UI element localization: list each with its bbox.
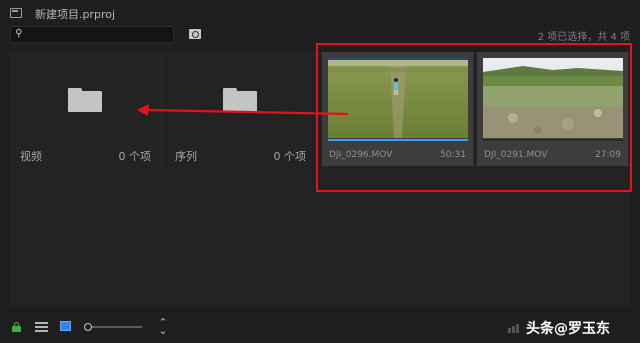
sort-icon[interactable]: ⌃ ⌄ — [158, 317, 168, 336]
clip-progress-fill — [328, 139, 468, 141]
project-title: 新建项目.prproj — [35, 8, 116, 21]
project-header: 新建项目.prproj — [0, 0, 640, 24]
clip-thumbnail — [483, 58, 623, 138]
zoom-handle[interactable] — [84, 323, 92, 331]
search-icon: ⚲ — [15, 28, 23, 39]
clip-name: DJI_0296.MOV — [329, 150, 393, 160]
selection-status: 2 项已选择，共 4 项 — [537, 32, 630, 43]
clip-name: DJI_0291.MOV — [484, 150, 548, 160]
lock-icon[interactable] — [12, 322, 21, 332]
clip-tile-dji-0296[interactable]: DJI_0296.MOV 50:31 — [322, 52, 474, 166]
watermark-bars — [508, 324, 522, 333]
zoom-slider[interactable] — [84, 323, 142, 331]
bin-tile-sequence[interactable]: 序列 0 个项 — [165, 52, 317, 166]
search-box[interactable]: ⚲ — [10, 26, 174, 43]
clip-thumbnail — [328, 58, 468, 138]
watermark-text: 头条@罗玉东 — [526, 321, 610, 337]
list-view-icon[interactable] — [35, 322, 48, 332]
folder-icon — [223, 88, 257, 112]
folder-icon — [68, 88, 102, 112]
panel-footer: ⌃ ⌄ 头条@罗玉东 — [0, 312, 640, 343]
search-input[interactable] — [27, 28, 167, 41]
zoom-track — [88, 326, 142, 328]
clip-duration: 50:31 — [440, 150, 466, 160]
bin-name: 视频 — [20, 150, 42, 163]
clip-duration: 27:09 — [595, 150, 621, 160]
clip-tile-dji-0291[interactable]: DJI_0291.MOV 27:09 — [477, 52, 629, 166]
project-file-icon — [10, 8, 22, 18]
bin-name: 序列 — [175, 150, 197, 163]
bin-item-count: 0 个项 — [118, 150, 152, 163]
bin-tile-video[interactable]: 视频 0 个项 — [10, 52, 162, 166]
find-in-bin-icon[interactable] — [189, 29, 201, 39]
bin-item-count: 0 个项 — [273, 150, 307, 163]
clip-progress-bar — [483, 139, 623, 141]
clip-progress-bar — [328, 139, 468, 141]
icon-view-icon[interactable] — [60, 321, 71, 331]
